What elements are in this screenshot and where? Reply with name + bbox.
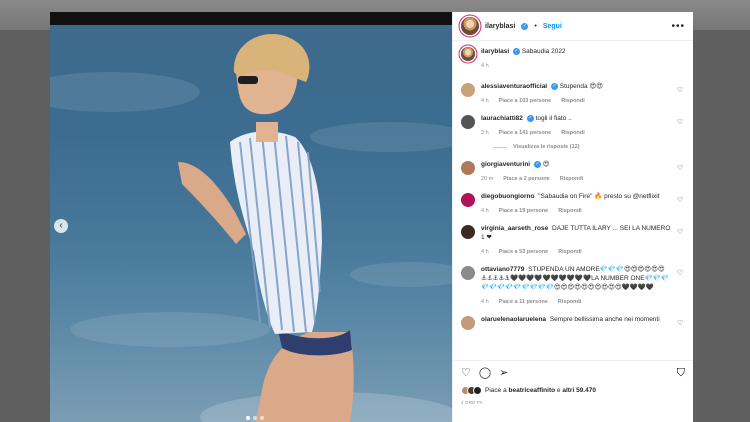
comment-likes[interactable]: Piace a 2 persone — [503, 175, 549, 184]
comment-like-heart-icon[interactable]: ♡ — [677, 229, 685, 237]
comment: laurachiatti82 ✓ togli il fiato .. 3 h P… — [461, 114, 685, 138]
comment-likes[interactable]: Piace a 11 persone — [499, 298, 548, 307]
caption-username[interactable]: ilaryblasi — [481, 48, 509, 55]
author-username[interactable]: ilaryblasi — [485, 23, 515, 30]
view-replies-button[interactable]: Visualizza le risposte (12) — [493, 144, 685, 150]
verified-badge-icon: ✓ — [513, 47, 520, 55]
comment-time: 4 h — [481, 299, 489, 305]
carousel-prev-button[interactable]: ‹ — [54, 219, 68, 233]
commenter-avatar[interactable] — [461, 83, 475, 97]
likes-others[interactable]: altri 59.470 — [562, 387, 596, 394]
verified-badge-icon: ✓ — [521, 22, 529, 30]
post-caption: ilaryblasi ✓ Sabaudia 2022 4 h — [461, 47, 685, 71]
bookmark-icon[interactable]: ⛉ — [677, 367, 685, 380]
likes-middle: e — [556, 387, 561, 394]
commenter-avatar[interactable] — [461, 316, 475, 330]
comment-like-heart-icon[interactable]: ♡ — [677, 320, 685, 328]
comment-text: 😍 — [542, 161, 550, 168]
liker-avatar — [473, 386, 482, 395]
reply-button[interactable]: Rispondi — [561, 97, 585, 106]
share-icon[interactable]: ➢ — [499, 367, 508, 379]
reply-button[interactable]: Rispondi — [561, 129, 585, 138]
comment: giorgiaventurini ✓ 😍 20 m Piace a 2 pers… — [461, 160, 685, 184]
comment: ottaviano7779 STUPENDA UN AMORE💎💎💎😍😍😍😍😍😍… — [461, 265, 685, 307]
comment-like-heart-icon[interactable]: ♡ — [677, 119, 685, 127]
commenter-username[interactable]: diegobuongiorno — [481, 193, 534, 200]
post-time-ago: 4 ORE FA — [461, 400, 483, 405]
comment-time: 4 h — [481, 208, 489, 214]
comment-time: 3 h — [481, 130, 489, 136]
comment-time: 4 h — [481, 98, 489, 104]
verified-badge-icon: ✓ — [533, 160, 541, 168]
comments-list[interactable]: ilaryblasi ✓ Sabaudia 2022 4 h alessiave… — [453, 41, 693, 360]
commenter-username[interactable]: giorgiaventurini — [481, 161, 530, 168]
woman-figure-illustration — [178, 33, 354, 422]
comment-text: Stupenda 😍😍 — [559, 83, 603, 90]
commenter-username[interactable]: olaruelenaolaruelena — [481, 316, 546, 323]
commenter-username[interactable]: virginia_aarseth_rose — [481, 225, 548, 232]
carousel-dot — [253, 416, 257, 420]
comment: alessiaventuraofficial ✓ Stupenda 😍😍 4 h… — [461, 82, 685, 106]
caption-text: Sabaudia 2022 — [521, 48, 566, 55]
likes-prefix: Piace a — [485, 387, 507, 394]
verified-badge-icon: ✓ — [526, 114, 534, 122]
reply-button[interactable]: Rispondi — [558, 298, 582, 307]
commenter-username[interactable]: alessiaventuraofficial — [481, 83, 547, 90]
commenter-avatar[interactable] — [461, 115, 475, 129]
comment-text: togli il fiato .. — [535, 115, 572, 122]
comment-likes[interactable]: Piace a 19 persone — [499, 207, 549, 216]
caption-avatar[interactable] — [461, 47, 475, 61]
comment-like-heart-icon[interactable]: ♡ — [677, 165, 685, 173]
more-options-icon[interactable]: ••• — [671, 21, 685, 32]
comment-likes[interactable]: Piace a 103 persone — [499, 97, 552, 106]
carousel-dot — [260, 416, 264, 420]
commenter-username[interactable]: laurachiatti82 — [481, 115, 523, 122]
commenter-avatar[interactable] — [461, 225, 475, 239]
comment-like-heart-icon[interactable]: ♡ — [677, 87, 685, 95]
commenter-avatar[interactable] — [461, 266, 475, 280]
commenter-username[interactable]: ottaviano7779 — [481, 266, 524, 273]
likes-user[interactable]: beatriceaffinito — [509, 387, 556, 394]
reply-button[interactable]: Rispondi — [558, 207, 582, 216]
carousel-dot-active — [246, 416, 250, 420]
comment-like-heart-icon[interactable]: ♡ — [677, 270, 685, 278]
commenter-avatar[interactable] — [461, 161, 475, 175]
comment: diegobuongiorno "Sabaudia on Fire" 🔥 pre… — [461, 192, 685, 216]
comment-likes[interactable]: Piace a 141 persone — [499, 129, 552, 138]
post-actions: ♡ ◯ ➢ ⛉ Piace a beatriceaffinito e altri… — [453, 360, 693, 422]
reply-button[interactable]: Rispondi — [558, 248, 582, 257]
commenter-avatar[interactable] — [461, 193, 475, 207]
follow-button[interactable]: Segui — [543, 23, 562, 30]
caption-time: 4 h — [481, 63, 489, 69]
comment-time: 4 h — [481, 249, 489, 255]
post-modal: ‹ ilaryblasi ✓ • Segui ••• ilaryblasi ✓ … — [50, 12, 693, 422]
post-side-panel: ilaryblasi ✓ • Segui ••• ilaryblasi ✓ Sa… — [452, 12, 693, 422]
comment-icon[interactable]: ◯ — [479, 367, 491, 379]
carousel-indicator — [246, 416, 264, 420]
comment-like-heart-icon[interactable]: ♡ — [677, 197, 685, 205]
comment-time: 20 m — [481, 176, 494, 182]
comment-likes[interactable]: Piace a 53 persone — [499, 248, 549, 257]
comment: olaruelenaolaruelena Sempre bellissima a… — [461, 315, 685, 330]
header-separator: • — [534, 22, 537, 30]
reply-button[interactable]: Rispondi — [560, 175, 584, 184]
verified-badge-icon: ✓ — [550, 82, 558, 90]
author-avatar[interactable] — [461, 17, 479, 35]
likes-summary: Piace a beatriceaffinito e altri 59.470 — [461, 386, 685, 395]
post-photo: ‹ — [50, 12, 452, 422]
comment-text: Sempre bellissima anche nei momenti — [549, 316, 660, 323]
comment-text: "Sabaudia on Fire" 🔥 presto su @netflixi… — [538, 193, 660, 200]
comment: virginia_aarseth_rose DAJE TUTTA ILARY .… — [461, 224, 685, 257]
heart-icon[interactable]: ♡ — [461, 367, 471, 379]
post-header: ilaryblasi ✓ • Segui ••• — [453, 12, 693, 41]
